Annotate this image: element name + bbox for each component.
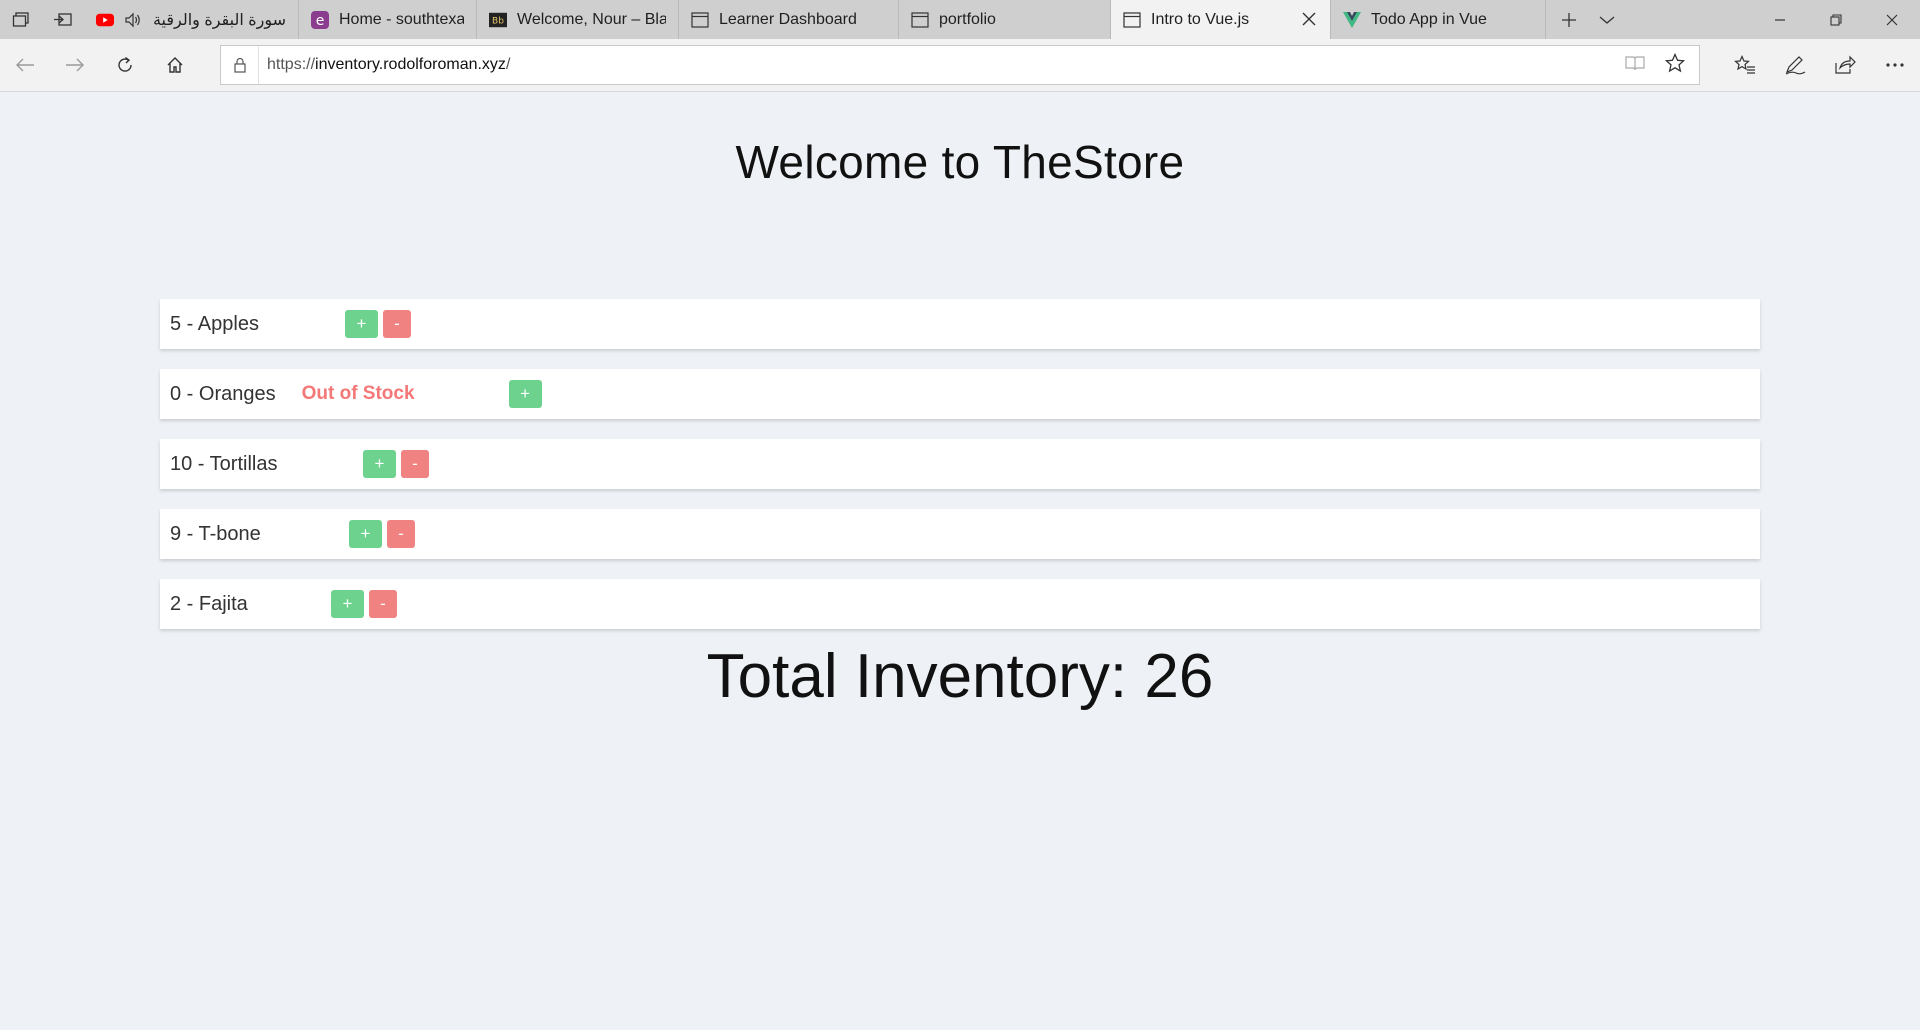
navigation-bar: https://inventory.rodolforoman.xyz/ (0, 39, 1920, 92)
tab-title: سورة البقرة والرقية ا (152, 11, 286, 29)
tab-southtexas[interactable]: e Home - southtexascolle (299, 0, 477, 39)
list-item-apples: 5 - Apples + - (160, 299, 1760, 349)
item-label: 10 - Tortillas (170, 452, 278, 475)
url-path: / (505, 56, 511, 73)
increment-button[interactable]: + (508, 380, 542, 408)
tab-intro-to-vue[interactable]: Intro to Vue.js (1111, 0, 1331, 39)
tab-strip: سورة البقرة والرقية ا e Home - southtexa… (0, 0, 1920, 39)
tab-todo-app[interactable]: Todo App in Vue (1331, 0, 1546, 39)
total-inventory: Total Inventory: 26 (706, 642, 1214, 711)
tab-quran[interactable]: سورة البقرة والرقية ا (84, 0, 299, 39)
favorites-hub-icon[interactable] (1720, 45, 1770, 85)
increment-button[interactable]: + (363, 450, 396, 478)
increment-button[interactable]: + (349, 520, 382, 548)
refresh-icon[interactable] (100, 45, 150, 85)
tab-learner-dashboard[interactable]: Learner Dashboard (679, 0, 899, 39)
favorite-star-icon[interactable] (1664, 52, 1686, 78)
set-aside-tabs-icon[interactable] (42, 0, 84, 39)
tab-blackboard[interactable]: Bb Welcome, Nour – Black (477, 0, 679, 39)
page-icon (911, 11, 929, 29)
decrement-button[interactable]: - (387, 520, 415, 548)
reading-view-icon[interactable] (1625, 55, 1645, 76)
inventory-list: 5 - Apples + - 0 - Oranges Out of Stock … (160, 299, 1760, 649)
tab-title: Intro to Vue.js (1151, 10, 1250, 28)
share-icon[interactable] (1820, 45, 1870, 85)
increment-button[interactable]: + (345, 310, 378, 338)
item-label: 0 - Oranges (170, 382, 276, 405)
e-logo-icon: e (311, 10, 329, 29)
decrement-button[interactable]: - (401, 450, 429, 478)
tab-portfolio[interactable]: portfolio (899, 0, 1111, 39)
out-of-stock-badge: Out of Stock (301, 383, 415, 404)
home-icon[interactable] (150, 45, 200, 85)
pen-notes-icon[interactable] (1770, 45, 1820, 85)
decrement-button[interactable]: - (383, 310, 411, 338)
close-tab-icon[interactable] (1300, 10, 1318, 28)
url-host: inventory.rodolforoman.xyz (315, 56, 506, 73)
tab-title: Home - southtexascolle (339, 10, 464, 28)
restore-icon[interactable] (1808, 0, 1864, 39)
tab-preview-chevron-icon[interactable] (1588, 15, 1626, 25)
url-scheme: https:// (267, 56, 316, 73)
list-item-tortillas: 10 - Tortillas + - (160, 439, 1760, 489)
list-item-oranges: 0 - Oranges Out of Stock + (160, 369, 1760, 419)
url-text[interactable]: https://inventory.rodolforoman.xyz/ (259, 56, 1625, 74)
lock-icon[interactable] (221, 46, 259, 84)
page-icon (691, 11, 709, 29)
more-options-icon[interactable] (1870, 45, 1920, 85)
list-item-fajita: 2 - Fajita + - (160, 579, 1760, 629)
item-label: 9 - T-bone (170, 522, 261, 545)
page-content: Welcome to TheStore 5 - Apples + - 0 - O… (0, 93, 1920, 1030)
item-label: 2 - Fajita (170, 592, 248, 615)
vue-icon (1343, 11, 1361, 29)
youtube-icon (96, 11, 114, 29)
address-bar[interactable]: https://inventory.rodolforoman.xyz/ (220, 45, 1700, 85)
svg-text:e: e (316, 13, 325, 29)
increment-button[interactable]: + (331, 590, 364, 618)
speaker-icon[interactable] (124, 11, 142, 29)
page-title: Welcome to TheStore (735, 136, 1185, 188)
forward-arrow-icon[interactable] (50, 45, 100, 85)
tab-title: Learner Dashboard (719, 10, 857, 28)
tab-title: Todo App in Vue (1371, 10, 1487, 28)
tab-title: portfolio (939, 10, 996, 28)
list-item-t-bone: 9 - T-bone + - (160, 509, 1760, 559)
back-arrow-icon[interactable] (0, 45, 50, 85)
new-tab-icon[interactable] (1550, 12, 1588, 28)
page-icon (1123, 11, 1141, 29)
decrement-button[interactable]: - (369, 590, 397, 618)
minimize-icon[interactable] (1752, 0, 1808, 39)
tab-title: Welcome, Nour – Black (517, 10, 666, 28)
tab-manager-icon[interactable] (0, 0, 42, 39)
close-window-icon[interactable] (1864, 0, 1920, 39)
svg-text:Bb: Bb (492, 16, 504, 26)
blackboard-icon: Bb (489, 11, 507, 29)
item-label: 5 - Apples (170, 312, 259, 335)
